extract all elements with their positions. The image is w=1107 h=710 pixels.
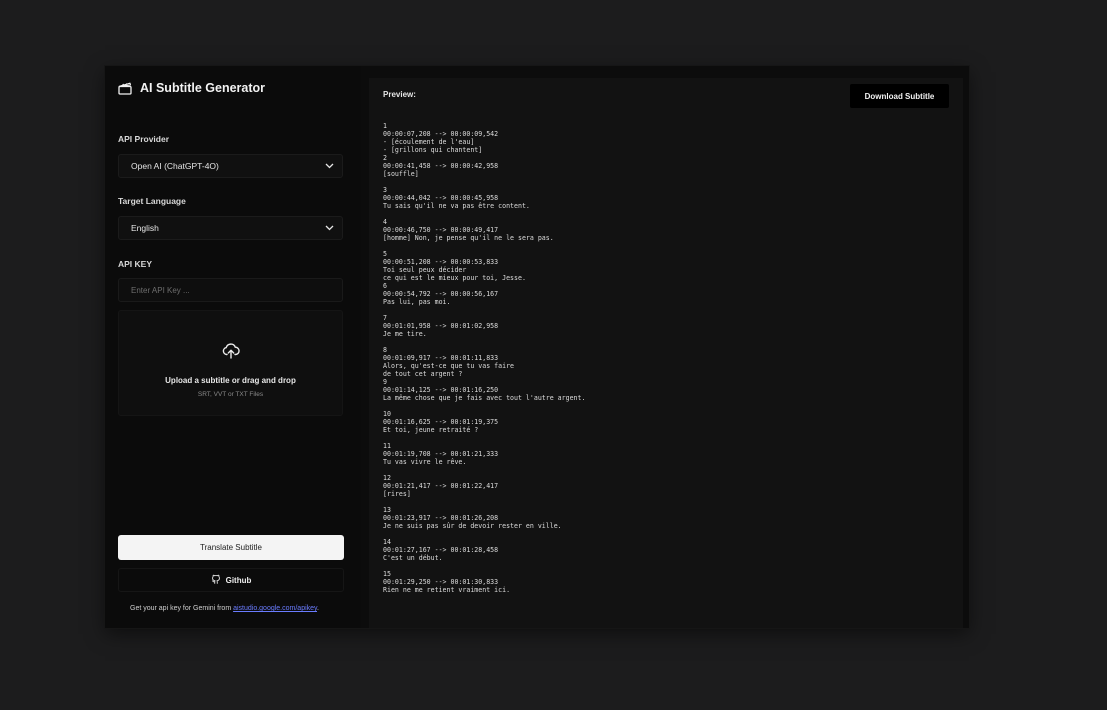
cue-timestamp: 00:01:09,917 --> 00:01:11,833 <box>383 354 499 362</box>
cue-index: 14 <box>383 538 391 546</box>
cue-index: 3 <box>383 186 387 194</box>
sidebar: AI Subtitle Generator API Provider Open … <box>105 66 361 628</box>
cue-text-line: - [grillons qui chantent] <box>383 146 483 154</box>
subtitle-cue: 9 00:01:14,125 --> 00:01:16,250 La même ch… <box>383 378 953 410</box>
cue-index: 10 <box>383 410 391 418</box>
subtitle-cue: 1 00:00:07,208 --> 00:00:09,542- [écoulem… <box>383 122 953 154</box>
cue-timestamp: 00:01:01,958 --> 00:01:02,958 <box>383 322 499 330</box>
cue-timestamp: 00:00:51,208 --> 00:00:53,833 <box>383 258 499 266</box>
cue-index: 7 <box>383 314 387 322</box>
cue-index: 4 <box>383 218 387 226</box>
app-title: AI Subtitle Generator <box>140 81 266 95</box>
subtitle-cue: 8 00:01:09,917 --> 00:01:11,833 Alors, qu'… <box>383 346 953 378</box>
cue-text-line: C'est un début. <box>383 554 443 562</box>
cue-text-line: Toi seul peux décider <box>383 266 467 274</box>
cue-text-line: Et toi, jeune retraité ? <box>383 426 479 434</box>
cue-timestamp: 00:01:16,625 --> 00:01:19,375 <box>383 418 499 426</box>
cue-text-line: [souffle] <box>383 170 419 178</box>
github-label: Github <box>225 575 252 585</box>
cue-timestamp: 00:00:46,750 --> 00:00:49,417 <box>383 226 499 234</box>
preview-panel: Preview: Download Subtitle 1 00:00:07,208… <box>369 78 963 628</box>
subtitle-cue: 11 00:01:19,708 --> 00:01:21,333 Tu vas vi… <box>383 442 953 474</box>
subtitle-cue: 14 00:01:27,167 --> 00:01:28,458 C'est un … <box>383 538 953 570</box>
upload-subtitle: SRT, VVT or TXT Files <box>197 391 264 398</box>
target-language-select[interactable]: English <box>118 216 343 240</box>
cue-text-line: ce qui est le mieux pour toi, Jesse. <box>383 274 526 282</box>
clapperboard-icon <box>118 82 132 95</box>
cue-text-line: Je ne suis pas sûr de devoir rester en v… <box>383 522 562 530</box>
cue-timestamp: 00:01:14,125 --> 00:01:16,250 <box>383 386 499 394</box>
upload-title: Upload a subtitle or drag and drop <box>165 376 296 385</box>
api-provider-value: Open AI (ChatGPT-4O) <box>131 161 219 171</box>
cue-index: 11 <box>383 442 391 450</box>
cue-timestamp: 00:01:29,250 --> 00:01:30,833 <box>383 578 499 586</box>
cue-text-line: [homme] Non, je pense qu'il ne le sera p… <box>383 234 554 242</box>
chevron-down-icon <box>325 163 334 169</box>
cloud-upload-icon <box>222 343 240 364</box>
subtitle-preview[interactable]: 1 00:00:07,208 --> 00:00:09,542- [écoulem… <box>383 122 953 602</box>
aistudio-link[interactable]: aistudio.google.com/apikey <box>233 605 317 612</box>
subtitle-cue: 7 00:01:01,958 --> 00:01:02,958 Je me tire… <box>383 314 953 346</box>
cue-timestamp: 00:00:07,208 --> 00:00:09,542 <box>383 130 499 138</box>
app-window: AI Subtitle Generator API Provider Open … <box>105 66 969 628</box>
cue-index: 2 <box>383 154 387 162</box>
subtitle-cue: 5 00:00:51,208 --> 00:00:53,833 Toi seul p… <box>383 250 953 282</box>
cue-text-line: Rien ne me retient vraiment ici. <box>383 586 511 594</box>
subtitle-cue: 3 00:00:44,042 --> 00:00:45,958 Tu sais qu… <box>383 186 953 218</box>
cue-timestamp: 00:01:27,167 --> 00:01:28,458 <box>383 546 499 554</box>
cue-text-line: de tout cet argent ? <box>383 370 463 378</box>
cue-index: 8 <box>383 346 387 354</box>
cue-timestamp: 00:01:21,417 --> 00:01:22,417 <box>383 482 499 490</box>
cue-timestamp: 00:00:54,792 --> 00:00:56,167 <box>383 290 499 298</box>
chevron-down-icon <box>325 225 334 231</box>
subtitle-cue: 10 00:01:16,625 --> 00:01:19,375 Et toi, j… <box>383 410 953 442</box>
api-key-footnote: Get your api key for Gemini from aistudi… <box>130 605 319 612</box>
cue-text-line: [rires] <box>383 490 411 498</box>
api-provider-label: API Provider <box>118 134 170 144</box>
cue-timestamp: 00:01:23,917 --> 00:01:26,208 <box>383 514 499 522</box>
cue-text-line: Tu vas vivre le rêve. <box>383 458 467 466</box>
upload-dropzone[interactable]: Upload a subtitle or drag and drop SRT, … <box>118 310 343 416</box>
subtitle-cue: 13 00:01:23,917 --> 00:01:26,208 Je ne sui… <box>383 506 953 538</box>
cue-index: 9 <box>383 378 387 386</box>
footnote-text: Get your api key for Gemini from <box>130 605 234 612</box>
cue-text-line: Je me tire. <box>383 330 427 338</box>
subtitle-cue: 6 00:00:54,792 --> 00:00:56,167 Pas lui, p… <box>383 282 953 314</box>
subtitle-cue: 4 00:00:46,750 --> 00:00:49,417 [homme] No… <box>383 218 953 250</box>
cue-index: 5 <box>383 250 387 258</box>
brand: AI Subtitle Generator <box>118 81 265 95</box>
footnote-end: . <box>317 605 319 612</box>
github-button[interactable]: Github <box>118 568 344 592</box>
cue-timestamp: 00:00:41,458 --> 00:00:42,958 <box>383 162 499 170</box>
cue-text-line: - [écoulement de l'eau] <box>383 138 475 146</box>
target-language-label: Target Language <box>118 196 186 206</box>
preview-label: Preview: <box>383 90 416 99</box>
subtitle-cue: 15 00:01:29,250 --> 00:01:30,833 Rien ne m… <box>383 570 953 602</box>
target-language-value: English <box>131 223 159 233</box>
cue-text-line: Pas lui, pas moi. <box>383 298 451 306</box>
download-subtitle-button[interactable]: Download Subtitle <box>850 84 949 108</box>
cue-timestamp: 00:00:44,042 --> 00:00:45,958 <box>383 194 499 202</box>
cue-index: 15 <box>383 570 391 578</box>
cue-index: 13 <box>383 506 391 514</box>
subtitle-cue: 2 00:00:41,458 --> 00:00:42,958 [souffle] <box>383 154 953 186</box>
api-key-input[interactable] <box>118 278 343 302</box>
cue-text-line: La même chose que je fais avec tout l'au… <box>383 394 586 402</box>
translate-subtitle-button[interactable]: Translate Subtitle <box>118 535 344 560</box>
cue-index: 1 <box>383 122 387 130</box>
github-icon <box>211 574 221 586</box>
cue-text-line: Alors, qu'est-ce que tu vas faire <box>383 362 515 370</box>
cue-index: 6 <box>383 282 387 290</box>
api-key-label: API KEY <box>118 259 153 269</box>
subtitle-cue: 12 00:01:21,417 --> 00:01:22,417 [rires] <box>383 474 953 506</box>
cue-timestamp: 00:01:19,708 --> 00:01:21,333 <box>383 450 499 458</box>
cue-index: 12 <box>383 474 391 482</box>
api-provider-select[interactable]: Open AI (ChatGPT-4O) <box>118 154 343 178</box>
cue-text-line: Tu sais qu'il ne va pas être content. <box>383 202 530 210</box>
